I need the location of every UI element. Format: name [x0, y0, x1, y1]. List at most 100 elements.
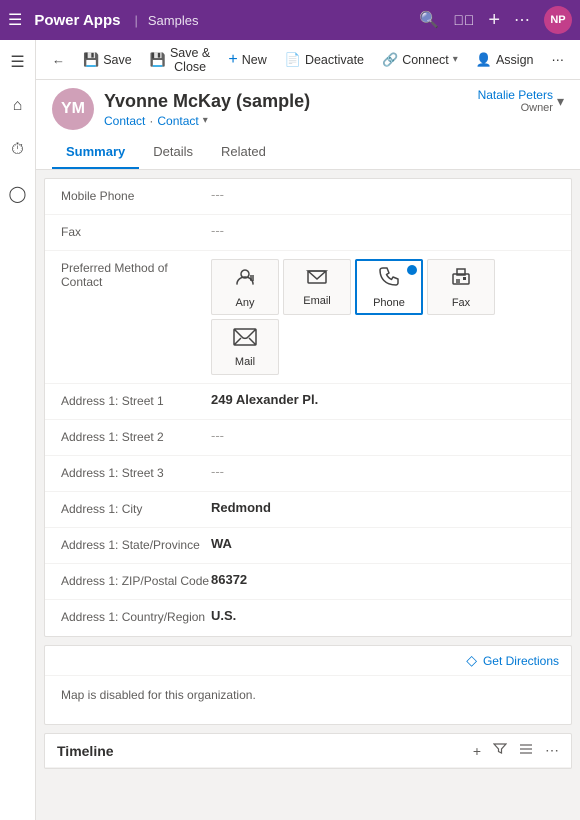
state-label: Address 1: State/Province [61, 536, 211, 552]
timeline-more-button[interactable]: ⋯ [545, 742, 559, 759]
contact-header: YM Yvonne McKay (sample) Contact · Conta… [36, 80, 580, 170]
contact-method-phone[interactable]: Phone [355, 259, 423, 315]
tabs: Summary Details Related [52, 136, 564, 169]
city-label: Address 1: City [61, 500, 211, 516]
assign-button[interactable]: 👤 Assign [468, 48, 542, 72]
state-value: WA [211, 536, 555, 551]
fax-method-label: Fax [452, 297, 470, 309]
owner-role: Owner [478, 102, 553, 114]
connect-button[interactable]: 🔗 Connect ▾ [374, 48, 466, 72]
get-directions-button[interactable]: ◇ Get Directions [466, 652, 559, 669]
main-content: ← 💾 Save 💾 Save & Close + New 📄 Deactiva… [36, 40, 580, 820]
sidebar-profile-icon[interactable]: ◯ [4, 180, 32, 208]
search-icon[interactable]: 🔍 [419, 10, 439, 30]
avatar[interactable]: NP [544, 6, 572, 34]
timeline-add-button[interactable]: + [473, 743, 481, 759]
form-card: Mobile Phone --- Fax --- Preferred Metho… [44, 178, 572, 637]
street3-label: Address 1: Street 3 [61, 464, 211, 480]
timeline-card: Timeline + [44, 733, 572, 769]
mobile-phone-row: Mobile Phone --- [45, 179, 571, 215]
contact-name: Yvonne McKay (sample) [104, 91, 310, 112]
fax-value: --- [211, 223, 555, 238]
phone-radio-dot [407, 265, 417, 275]
contact-method-fax[interactable]: Fax [427, 259, 495, 315]
preferred-contact-options: Any Email [211, 259, 555, 375]
mail-label: Mail [235, 356, 255, 368]
city-row: Address 1: City Redmond [45, 492, 571, 528]
toolbar-more-icon: ⋯ [552, 52, 565, 67]
top-nav: ☰ Power Apps | Samples 🔍 ✓⃝ + ⋯ NP [0, 0, 580, 40]
street1-label: Address 1: Street 1 [61, 392, 211, 408]
new-button[interactable]: + New [220, 47, 274, 73]
content-area: Mobile Phone --- Fax --- Preferred Metho… [36, 170, 580, 820]
state-row: Address 1: State/Province WA [45, 528, 571, 564]
new-icon: + [228, 51, 237, 69]
owner-chevron-icon[interactable]: ▾ [557, 93, 564, 110]
save-close-icon: 💾 [150, 52, 166, 68]
contact-type-chevron[interactable]: ▾ [203, 115, 208, 126]
country-label: Address 1: Country/Region [61, 608, 211, 624]
zip-row: Address 1: ZIP/Postal Code 86372 [45, 564, 571, 600]
contact-method-mail[interactable]: Mail [211, 319, 279, 375]
street1-row: Address 1: Street 1 249 Alexander Pl. [45, 384, 571, 420]
owner-name[interactable]: Natalie Peters [478, 88, 553, 102]
assign-icon: 👤 [476, 52, 492, 68]
save-icon: 💾 [83, 52, 99, 68]
contact-type-link2[interactable]: Contact [157, 114, 198, 128]
mobile-phone-value: --- [211, 187, 555, 202]
left-sidebar: ☰ ⌂ ⏱ ◯ [0, 40, 36, 820]
sidebar-menu-icon[interactable]: ☰ [4, 48, 32, 76]
toolbar-more-button[interactable]: ⋯ [544, 48, 573, 71]
timeline-list-button[interactable] [519, 742, 533, 759]
zip-value: 86372 [211, 572, 555, 587]
preferred-contact-row: Preferred Method of Contact [45, 251, 571, 384]
map-disabled-text: Map is disabled for this organization. [61, 688, 256, 702]
contact-type-link1[interactable]: Contact [104, 114, 145, 128]
save-close-button[interactable]: 💾 Save & Close [142, 42, 219, 78]
connect-icon: 🔗 [382, 52, 398, 68]
phone-label: Phone [373, 297, 405, 309]
hamburger-icon[interactable]: ☰ [8, 10, 22, 30]
fax-label: Fax [61, 223, 211, 239]
country-row: Address 1: Country/Region U.S. [45, 600, 571, 636]
contact-avatar: YM [52, 88, 94, 130]
more-icon[interactable]: ⋯ [514, 10, 530, 30]
tab-summary[interactable]: Summary [52, 136, 139, 169]
samples-label: Samples [148, 13, 199, 28]
mobile-phone-label: Mobile Phone [61, 187, 211, 203]
street2-label: Address 1: Street 2 [61, 428, 211, 444]
timeline-icons: + ⋯ [473, 742, 559, 759]
tab-details[interactable]: Details [139, 136, 207, 169]
city-value: Redmond [211, 500, 555, 515]
connect-chevron-icon: ▾ [453, 54, 458, 65]
timeline-title: Timeline [57, 743, 473, 759]
street1-value: 249 Alexander Pl. [211, 392, 555, 407]
any-icon [234, 266, 256, 293]
mail-icon [232, 327, 258, 352]
deactivate-icon: 📄 [285, 52, 301, 68]
back-button[interactable]: ← [44, 48, 73, 71]
street2-value: --- [211, 428, 555, 443]
contact-method-any[interactable]: Any [211, 259, 279, 315]
sidebar-recent-icon[interactable]: ⏱ [4, 136, 32, 164]
phone-icon [379, 266, 399, 293]
directions-icon: ◇ [466, 652, 477, 669]
contact-method-email[interactable]: Email [283, 259, 351, 315]
contact-type: Contact · Contact ▾ [104, 114, 310, 128]
map-card: ◇ Get Directions Map is disabled for thi… [44, 645, 572, 725]
map-header: ◇ Get Directions [45, 646, 571, 676]
recent-icon[interactable]: ✓⃝ [453, 12, 474, 28]
deactivate-button[interactable]: 📄 Deactivate [277, 48, 372, 72]
street2-row: Address 1: Street 2 --- [45, 420, 571, 456]
sidebar-home-icon[interactable]: ⌂ [4, 92, 32, 120]
save-button[interactable]: 💾 Save [75, 48, 140, 72]
tab-related[interactable]: Related [207, 136, 280, 169]
email-icon [306, 268, 328, 291]
add-icon[interactable]: + [488, 9, 500, 32]
toolbar: ← 💾 Save 💾 Save & Close + New 📄 Deactiva… [36, 40, 580, 80]
street3-value: --- [211, 464, 555, 479]
timeline-filter-button[interactable] [493, 742, 507, 759]
timeline-header: Timeline + [45, 734, 571, 768]
zip-label: Address 1: ZIP/Postal Code [61, 572, 211, 588]
back-icon: ← [52, 52, 65, 67]
